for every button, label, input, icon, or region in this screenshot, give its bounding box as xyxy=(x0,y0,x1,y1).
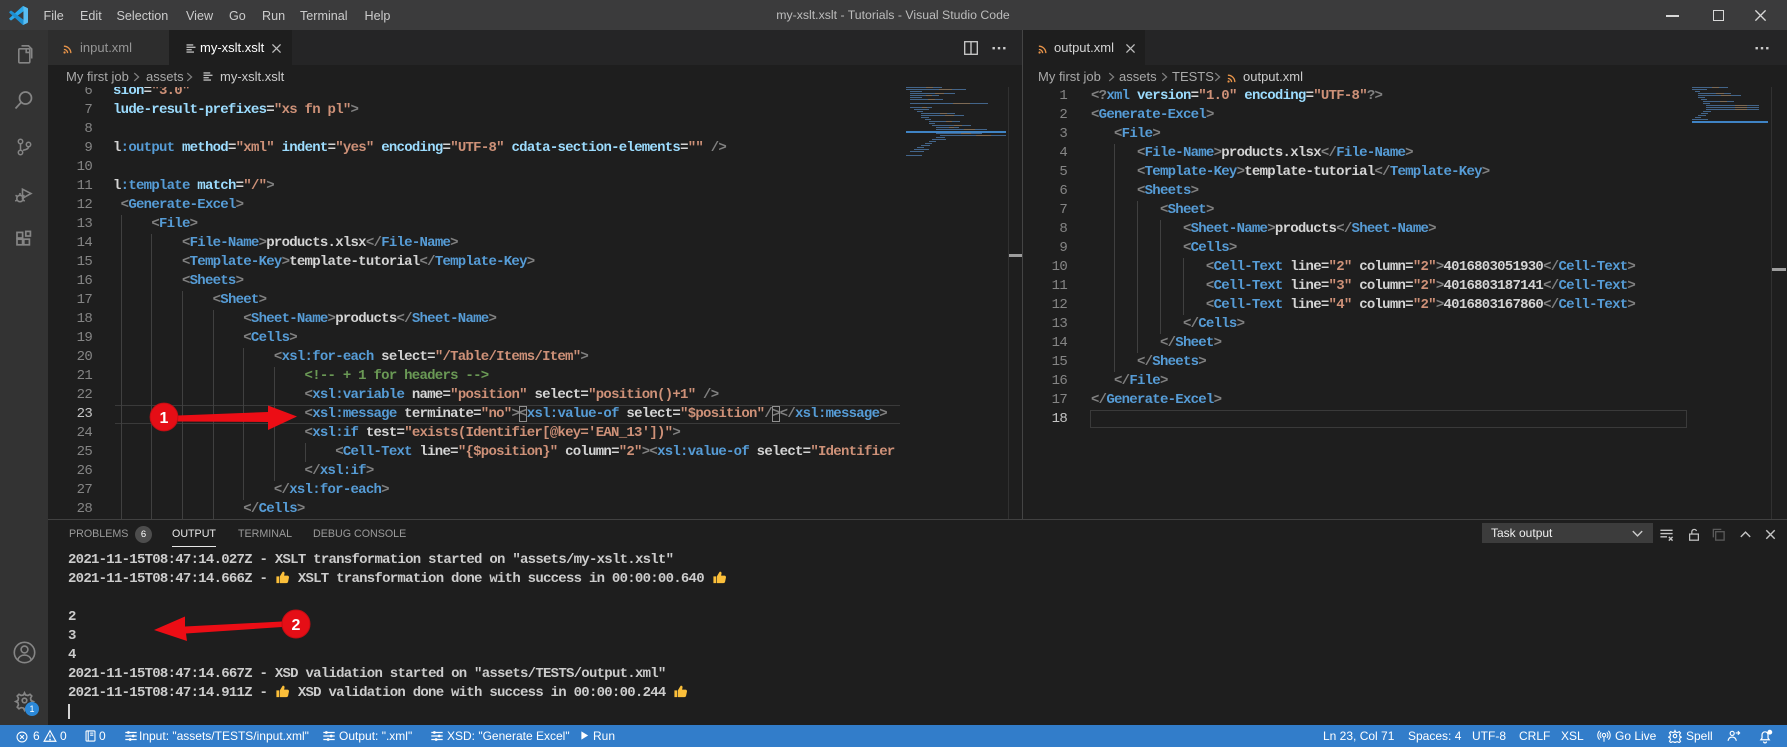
svg-text:2: 2 xyxy=(292,617,301,634)
svg-text:1: 1 xyxy=(160,410,169,427)
